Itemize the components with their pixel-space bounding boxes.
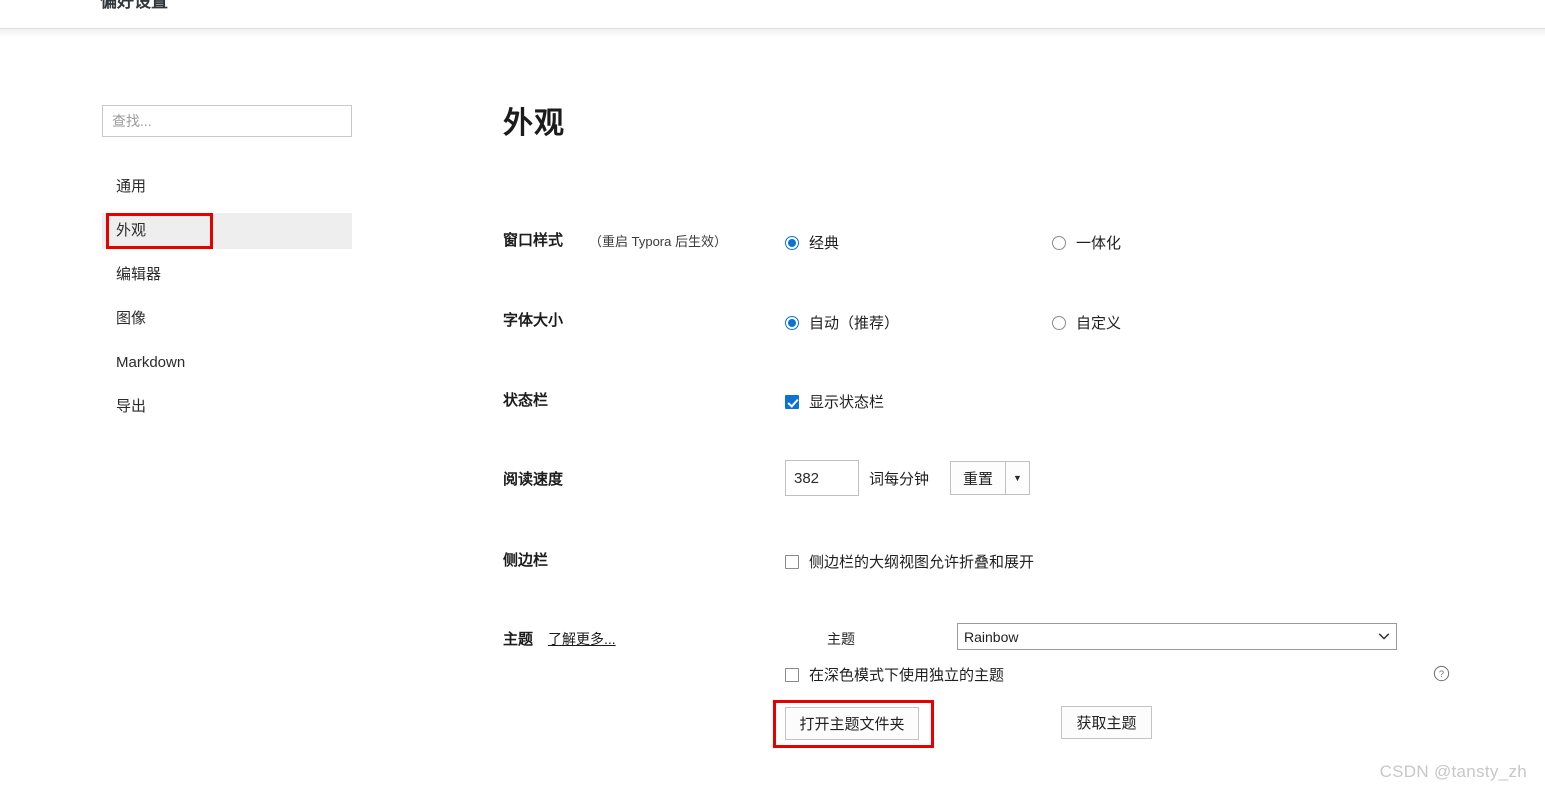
reading-speed-reset-split-button: 重置 ▼: [950, 461, 1030, 495]
font-size-option-custom[interactable]: 自定义: [1052, 312, 1121, 333]
radio-icon: [1052, 316, 1066, 330]
sidebar-section-label: 侧边栏: [503, 549, 548, 570]
option-label: 自定义: [1076, 312, 1121, 333]
reading-speed-label: 阅读速度: [503, 468, 563, 489]
reading-speed-unit: 词每分钟: [869, 468, 929, 489]
option-label: 在深色模式下使用独立的主题: [809, 664, 1004, 685]
font-size-label: 字体大小: [503, 309, 563, 330]
checkbox-icon: [785, 668, 799, 682]
window-style-label: 窗口样式: [503, 229, 563, 250]
theme-select-label: 主题: [827, 629, 855, 649]
checkbox-icon: [785, 555, 799, 569]
option-label: 经典: [809, 232, 839, 253]
svg-text:?: ?: [1439, 669, 1444, 679]
option-label: 自动（推荐）: [809, 312, 899, 333]
open-theme-folder-button[interactable]: 打开主题文件夹: [785, 707, 919, 740]
chevron-down-icon[interactable]: ▼: [1006, 461, 1030, 495]
radio-icon-selected: [785, 316, 799, 330]
reading-speed-input[interactable]: [785, 460, 859, 496]
radio-icon: [1052, 236, 1066, 250]
question-mark-circle-icon[interactable]: ?: [1433, 665, 1450, 682]
theme-learn-more-link[interactable]: 了解更多...: [548, 629, 616, 649]
status-bar-checkbox-row[interactable]: 显示状态栏: [785, 391, 884, 412]
theme-select[interactable]: Rainbow: [957, 623, 1397, 650]
get-theme-button[interactable]: 获取主题: [1061, 706, 1152, 739]
theme-label: 主题: [503, 628, 533, 649]
option-label: 显示状态栏: [809, 391, 884, 412]
checkbox-icon-checked: [785, 395, 799, 409]
window-header: 偏好设置: [0, 0, 1545, 29]
font-size-option-auto[interactable]: 自动（推荐）: [785, 312, 899, 333]
settings-main-panel: 外观 窗口样式 （重启 Typora 后生效） 经典 一体化 字体大小 自动（推…: [0, 39, 1545, 796]
window-style-option-unified[interactable]: 一体化: [1052, 232, 1121, 253]
window-style-option-classic[interactable]: 经典: [785, 232, 839, 253]
page-title: 外观: [503, 98, 565, 142]
theme-dark-mode-checkbox-row[interactable]: 在深色模式下使用独立的主题: [785, 664, 1004, 685]
header-shadow-divider: [0, 29, 1545, 39]
option-label: 侧边栏的大纲视图允许折叠和展开: [809, 551, 1034, 572]
window-style-note: （重启 Typora 后生效）: [589, 231, 727, 250]
window-title: 偏好设置: [100, 0, 168, 12]
watermark: CSDN @tansty_zh: [1380, 762, 1527, 782]
option-label: 一体化: [1076, 232, 1121, 253]
sidebar-outline-checkbox-row[interactable]: 侧边栏的大纲视图允许折叠和展开: [785, 551, 1034, 572]
reset-button[interactable]: 重置: [950, 461, 1006, 495]
radio-icon-selected: [785, 236, 799, 250]
status-bar-label: 状态栏: [503, 389, 548, 410]
